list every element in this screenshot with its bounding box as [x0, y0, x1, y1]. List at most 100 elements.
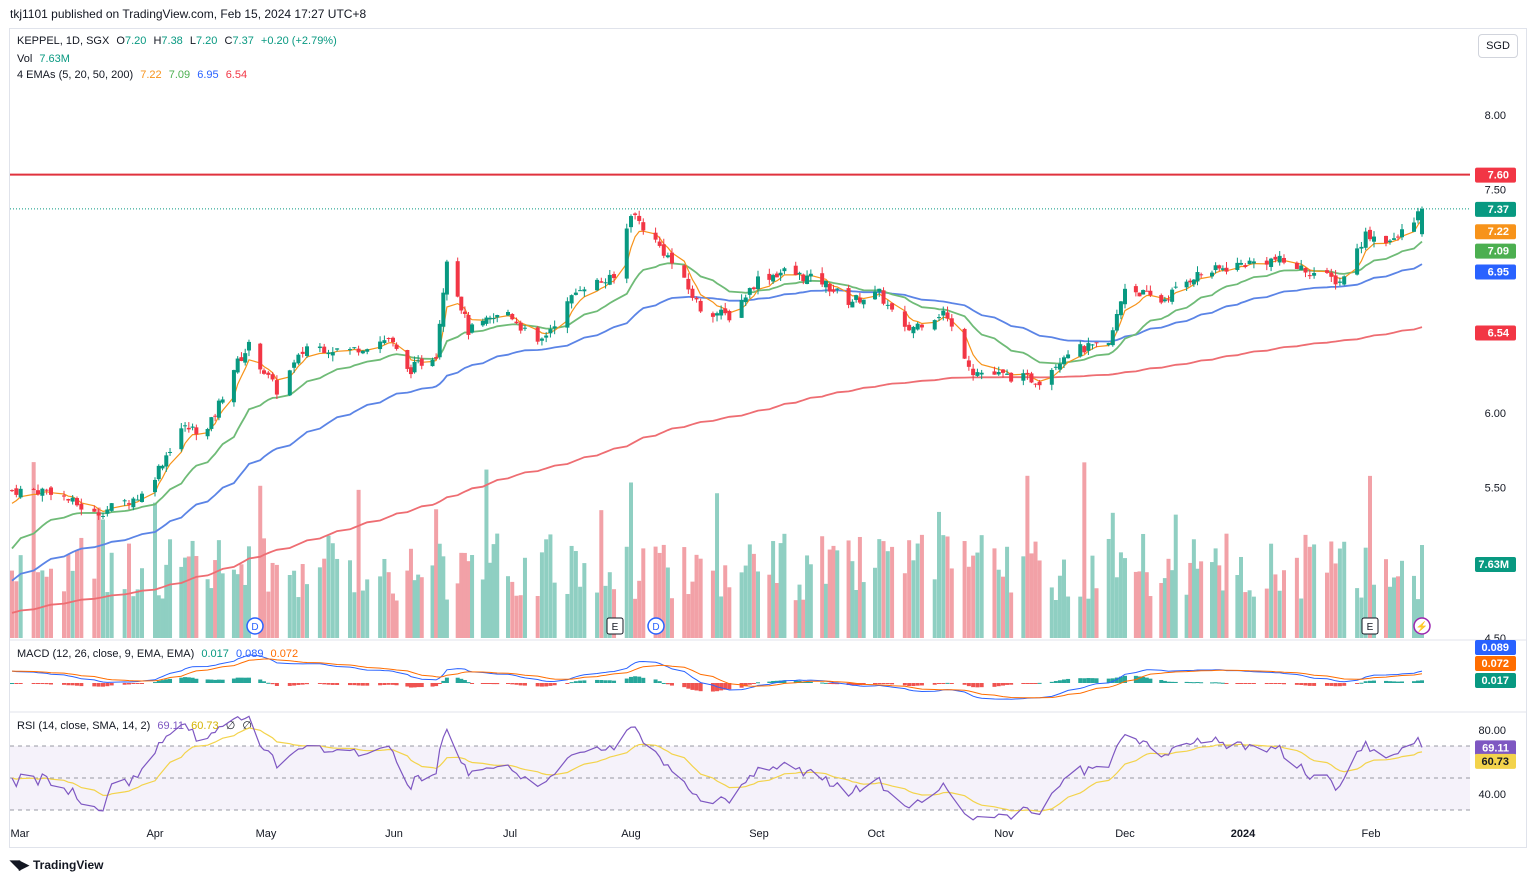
macd-histogram-bar [1277, 683, 1282, 684]
candle [441, 288, 446, 332]
candle-body [378, 341, 383, 350]
candle [861, 299, 866, 309]
volume-bar [797, 584, 802, 638]
candle-body [317, 346, 322, 349]
volume-bar [190, 540, 195, 638]
candle [1159, 293, 1164, 305]
volume-bar [552, 582, 557, 638]
candle [629, 214, 633, 233]
volume-bar [861, 582, 866, 638]
candle [1057, 357, 1062, 373]
macd-histogram-bar [885, 683, 890, 685]
candle-body [394, 344, 399, 349]
candle [49, 486, 53, 501]
volume-bar [305, 584, 309, 638]
candle [262, 368, 266, 375]
volume-bar [1224, 533, 1229, 638]
price-badge-text: 7.09 [1488, 246, 1509, 258]
macd-histogram-bar [1396, 681, 1400, 683]
macd-histogram-bar [1148, 678, 1153, 683]
volume-bar [890, 546, 895, 638]
candle-body [827, 283, 832, 292]
volume-bar [1170, 570, 1175, 638]
macd-histogram-bar [10, 683, 14, 684]
macd-histogram-bar [873, 683, 877, 685]
candle [949, 314, 954, 332]
candle-body [437, 323, 442, 358]
volume-bar [1243, 592, 1248, 638]
volume-bar [484, 469, 489, 638]
candle [140, 491, 144, 503]
candle-body [44, 489, 49, 491]
macd-histogram-bar [31, 683, 36, 684]
chart-canvas[interactable]: D E D E ⚡8.007.506.005.504.5080.0040.007.607… [0, 0, 1536, 883]
candle [1062, 355, 1066, 369]
candle [1235, 257, 1240, 272]
candle-body [96, 512, 101, 516]
candle [360, 350, 365, 355]
volume-bar [317, 567, 322, 638]
ema5-line [11, 219, 1423, 513]
volume-bar [386, 572, 391, 638]
volume-bar [518, 595, 523, 638]
volume-bar [488, 562, 493, 638]
candle-body [160, 465, 165, 469]
candle-body [971, 368, 976, 376]
price-axis-tick: 5.50 [1485, 483, 1506, 495]
candle-body [949, 318, 954, 327]
candle-body [782, 268, 787, 272]
candle [846, 284, 851, 309]
candle [1325, 267, 1329, 275]
candle-body [727, 310, 732, 321]
time-axis-label: Apr [146, 828, 163, 840]
time-axis-label: Oct [867, 828, 884, 840]
candle-body [1247, 260, 1252, 265]
candle-body [835, 288, 840, 290]
macd-histogram-bar [962, 683, 967, 685]
macd-histogram-bar [153, 682, 157, 684]
candle [881, 287, 886, 306]
macd-histogram-bar [877, 683, 882, 684]
macd-histogram-bar [470, 683, 475, 684]
volume-bar [966, 566, 971, 638]
candle-body [352, 347, 357, 349]
macd-histogram-bar [220, 679, 225, 683]
candle-body [168, 451, 173, 453]
candle [179, 423, 184, 452]
candle-body [444, 261, 449, 295]
volume-bar [1282, 570, 1286, 638]
macd-histogram-bar [239, 677, 244, 683]
macd-badge-text: 0.017 [1481, 675, 1509, 687]
volume-bar [1118, 552, 1123, 638]
volume-bar [885, 551, 890, 638]
candle-body [122, 500, 127, 502]
candle-body [603, 282, 608, 284]
macd-histogram-bar [164, 679, 169, 683]
volume-bar [66, 554, 71, 638]
macd-histogram-bar [1220, 682, 1225, 684]
volume-bar [514, 595, 519, 638]
volume-bar [975, 552, 980, 638]
candle-body [40, 488, 45, 496]
candle [1033, 383, 1038, 388]
candle [1247, 257, 1252, 265]
volume-bar [62, 591, 66, 638]
candle-body [164, 455, 169, 467]
candle-body [565, 301, 570, 328]
candle [416, 355, 421, 364]
candle-body [544, 335, 549, 338]
macd-histogram-bar [510, 683, 515, 685]
macd-histogram-bar [122, 683, 127, 685]
candle [437, 320, 442, 360]
volume-bar [205, 579, 210, 638]
candle [633, 212, 638, 220]
candle [243, 348, 248, 366]
macd-histogram-bar [292, 683, 297, 686]
brand-footer[interactable]: ◥▶ TradingView [10, 857, 103, 873]
candle [488, 315, 493, 324]
candle-body [75, 498, 79, 506]
candle [330, 347, 335, 362]
candle [135, 494, 140, 501]
volume-bar [548, 534, 553, 638]
macd-histogram-bar [820, 682, 825, 684]
